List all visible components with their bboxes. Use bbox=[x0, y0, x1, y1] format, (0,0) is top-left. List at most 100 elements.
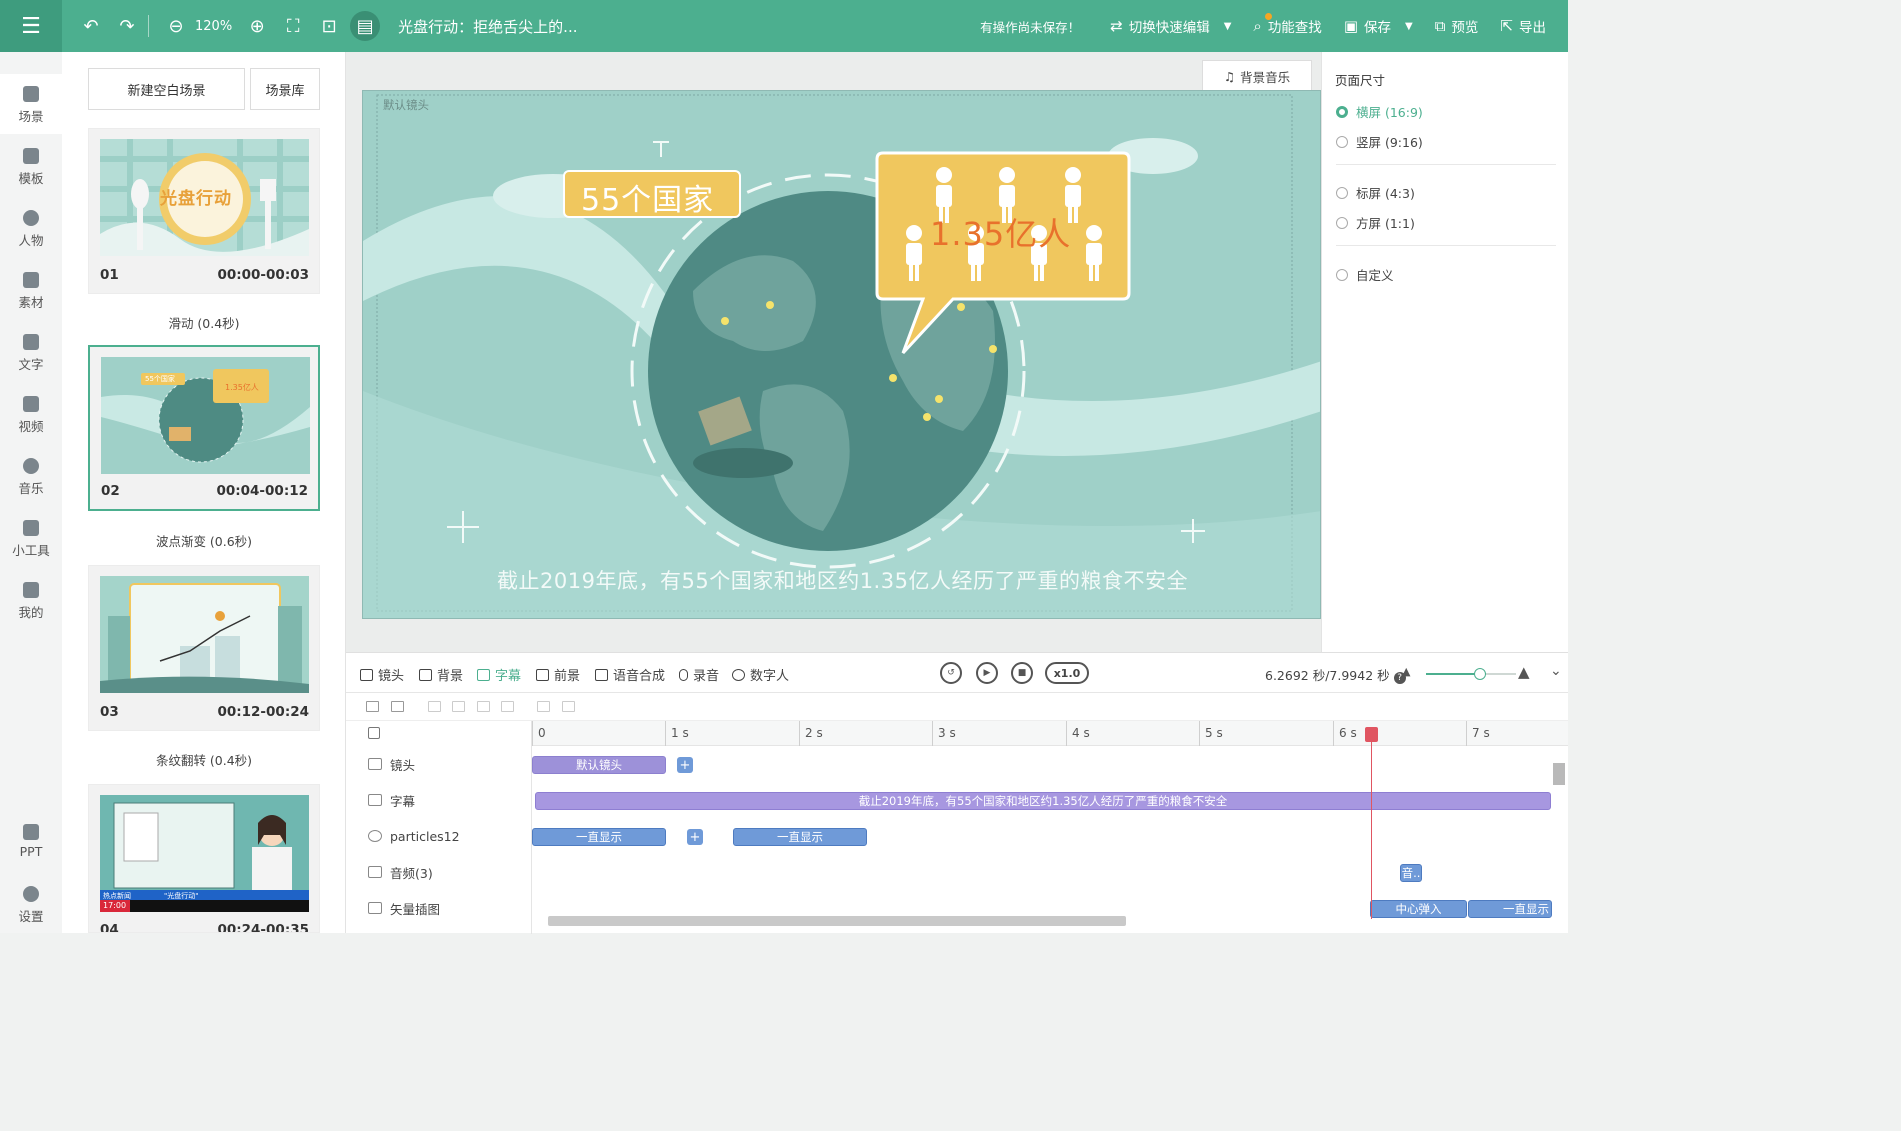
feature-search-label: 功能查找 bbox=[1267, 20, 1322, 36]
nav-item-music[interactable]: 音乐 bbox=[0, 458, 62, 497]
chevron-down-icon[interactable]: ▼ bbox=[1405, 21, 1413, 32]
tab-lens[interactable]: 镜头 bbox=[360, 665, 404, 684]
clip-particles[interactable]: 一直显示 bbox=[532, 828, 666, 846]
radio-custom[interactable]: 自定义 bbox=[1336, 265, 1394, 284]
redo-icon[interactable]: ↷ bbox=[112, 11, 142, 41]
zoom-out-mountain-icon[interactable]: ▲ bbox=[1402, 665, 1410, 678]
add-clip-button[interactable]: + bbox=[687, 829, 703, 845]
track-row-subtitle[interactable]: 字幕 bbox=[346, 782, 532, 818]
camera-icon bbox=[360, 668, 373, 681]
gear-icon bbox=[23, 886, 39, 902]
playhead-handle[interactable] bbox=[1365, 727, 1378, 742]
save-button[interactable]: ▣ 保存 ▼ bbox=[1344, 16, 1413, 36]
clip-default-lens[interactable]: 默认镜头 bbox=[532, 756, 666, 774]
timeline-vertical-scrollbar[interactable] bbox=[1553, 763, 1565, 785]
nav-item-settings[interactable]: 设置 bbox=[0, 886, 62, 925]
scene-card[interactable]: 热点新闻 "光盘行动" 17:00 04 00:24-00:35 bbox=[88, 784, 320, 933]
background-music-button[interactable]: ♫ 背景音乐 bbox=[1202, 60, 1312, 93]
nav-item-ppt[interactable]: PPT bbox=[0, 824, 62, 859]
chevron-down-icon[interactable]: ▼ bbox=[1224, 21, 1232, 32]
stop-icon[interactable]: ■ bbox=[1011, 662, 1033, 684]
clip-subtitle[interactable]: 截止2019年底，有55个国家和地区约1.35亿人经历了严重的粮食不安全 bbox=[535, 792, 1551, 810]
undo-icon[interactable]: ↶ bbox=[76, 11, 106, 41]
align-center-icon[interactable] bbox=[477, 701, 490, 712]
add-lens-button[interactable]: + bbox=[677, 757, 693, 773]
scene-transition[interactable]: 条纹翻转 (0.4秒) bbox=[88, 750, 320, 769]
stage-canvas[interactable]: 默认镜头 55个国家 1.35亿人 截止2019年底，有55个国家和地区约1.3… bbox=[362, 90, 1321, 619]
radio-standard[interactable]: 标屏 (4:3) bbox=[1336, 183, 1415, 202]
scene-card[interactable]: 光盘行动 01 00:00-00:03 bbox=[88, 128, 320, 294]
scene-library-button[interactable]: 场景库 bbox=[250, 68, 320, 110]
export-icon: ⇱ bbox=[1500, 17, 1513, 35]
tab-subtitle[interactable]: 字幕 bbox=[477, 665, 521, 684]
distribute-icon[interactable] bbox=[501, 701, 514, 712]
time-ruler[interactable]: 0 1 s 2 s 3 s 4 s 5 s 6 s 7 s bbox=[532, 721, 1568, 746]
scene-card[interactable]: 03 00:12-00:24 bbox=[88, 565, 320, 731]
export-button[interactable]: ⇱ 导出 bbox=[1500, 16, 1546, 36]
waveform-icon bbox=[595, 668, 608, 681]
track-row-audio[interactable]: 音频(3) bbox=[346, 854, 532, 890]
tab-digital-human[interactable]: 数字人 bbox=[732, 665, 789, 684]
nav-item-video[interactable]: 视频 bbox=[0, 396, 62, 435]
collapse-icon[interactable]: ⌄ bbox=[1550, 663, 1562, 679]
preview-button[interactable]: ⧉ 预览 bbox=[1435, 16, 1479, 36]
new-blank-scene-button[interactable]: 新建空白场景 bbox=[88, 68, 245, 110]
group-icon[interactable] bbox=[391, 701, 404, 712]
radio-square[interactable]: 方屏 (1:1) bbox=[1336, 213, 1415, 232]
fullscreen-icon[interactable]: ⛶ bbox=[278, 11, 308, 41]
align-left-icon[interactable] bbox=[428, 701, 441, 712]
clip-vector-center-popin[interactable]: 中心弹入 bbox=[1370, 900, 1467, 918]
radio-dot bbox=[1336, 105, 1348, 118]
quick-edit-button[interactable]: ⇄ 切换快速编辑 ▼ bbox=[1110, 16, 1231, 36]
nav-item-template[interactable]: 模板 bbox=[0, 148, 62, 187]
replay-icon[interactable]: ↺ bbox=[940, 662, 962, 684]
storyboard-icon[interactable]: ▤ bbox=[350, 11, 381, 41]
thumb-bubble-right-text: 1.35亿人 bbox=[225, 383, 259, 392]
play-icon[interactable]: ▶ bbox=[976, 662, 998, 684]
clip-particles[interactable]: 一直显示 bbox=[733, 828, 867, 846]
star-icon bbox=[368, 830, 382, 842]
clip-vector-always[interactable]: 一直显示 bbox=[1468, 900, 1552, 918]
scene-card-selected[interactable]: 55个国家 1.35亿人 02 00:04-00:12 bbox=[88, 345, 320, 511]
document-title[interactable]: 光盘行动：拒绝舌尖上的... bbox=[398, 16, 577, 37]
tab-tts[interactable]: 语音合成 bbox=[595, 665, 665, 684]
nav-item-scene[interactable]: 场景 bbox=[0, 74, 62, 134]
bubble-people-text[interactable]: 1.35亿人 bbox=[930, 209, 1071, 255]
nav-item-material[interactable]: 素材 bbox=[0, 272, 62, 311]
scene-transition[interactable]: 滑动 (0.4秒) bbox=[88, 313, 320, 332]
clip-audio[interactable]: 音.. bbox=[1400, 864, 1422, 882]
tab-foreground[interactable]: 前景 bbox=[536, 665, 580, 684]
nav-item-text[interactable]: 文字 bbox=[0, 334, 62, 373]
nav-item-mine[interactable]: 我的 bbox=[0, 582, 62, 621]
zoom-in-mountain-icon[interactable]: ▲ bbox=[1518, 663, 1530, 681]
speed-button[interactable]: x1.0 bbox=[1045, 662, 1089, 684]
track-row-vector[interactable]: 矢量插图 bbox=[346, 890, 532, 926]
zoom-out-icon[interactable]: ⊖ bbox=[161, 11, 191, 41]
scene-transition[interactable]: 波点渐变 (0.6秒) bbox=[88, 531, 320, 550]
nav-item-character[interactable]: 人物 bbox=[0, 210, 62, 249]
menu-icon[interactable]: ☰ bbox=[0, 0, 62, 52]
radio-portrait[interactable]: 竖屏 (9:16) bbox=[1336, 132, 1423, 151]
tab-record[interactable]: 录音 bbox=[679, 665, 719, 684]
copy-icon[interactable] bbox=[537, 701, 550, 712]
feature-search-button[interactable]: ⌕ 功能查找 bbox=[1253, 13, 1322, 36]
fit-icon[interactable]: ⊡ bbox=[314, 11, 344, 41]
zoom-in-icon[interactable]: ⊕ bbox=[242, 11, 272, 41]
timeline-horizontal-scrollbar[interactable] bbox=[548, 916, 1126, 926]
radio-dot bbox=[1336, 135, 1348, 148]
filter-icon[interactable] bbox=[366, 701, 379, 712]
subtitle-caption[interactable]: 截止2019年底，有55个国家和地区约1.35亿人经历了严重的粮食不安全 bbox=[363, 565, 1320, 595]
page-size-panel: 页面尺寸 横屏 (16:9) 竖屏 (9:16) 标屏 (4:3) 方屏 (1:… bbox=[1321, 52, 1568, 652]
track-row-lens[interactable]: 镜头 bbox=[346, 746, 532, 782]
nav-item-tools[interactable]: 小工具 bbox=[0, 520, 62, 559]
track-row-particles[interactable]: particles12 bbox=[346, 818, 532, 854]
tab-background[interactable]: 背景 bbox=[419, 665, 463, 684]
radio-label: 自定义 bbox=[1356, 268, 1394, 283]
paste-icon[interactable] bbox=[562, 701, 575, 712]
radio-landscape[interactable]: 横屏 (16:9) bbox=[1336, 102, 1423, 121]
track-settings-icon[interactable] bbox=[368, 727, 380, 739]
timeline-zoom-slider[interactable] bbox=[1426, 668, 1516, 680]
bubble-countries-text[interactable]: 55个国家 bbox=[581, 175, 714, 219]
slider-knob[interactable] bbox=[1474, 668, 1486, 680]
align-right-icon[interactable] bbox=[452, 701, 465, 712]
